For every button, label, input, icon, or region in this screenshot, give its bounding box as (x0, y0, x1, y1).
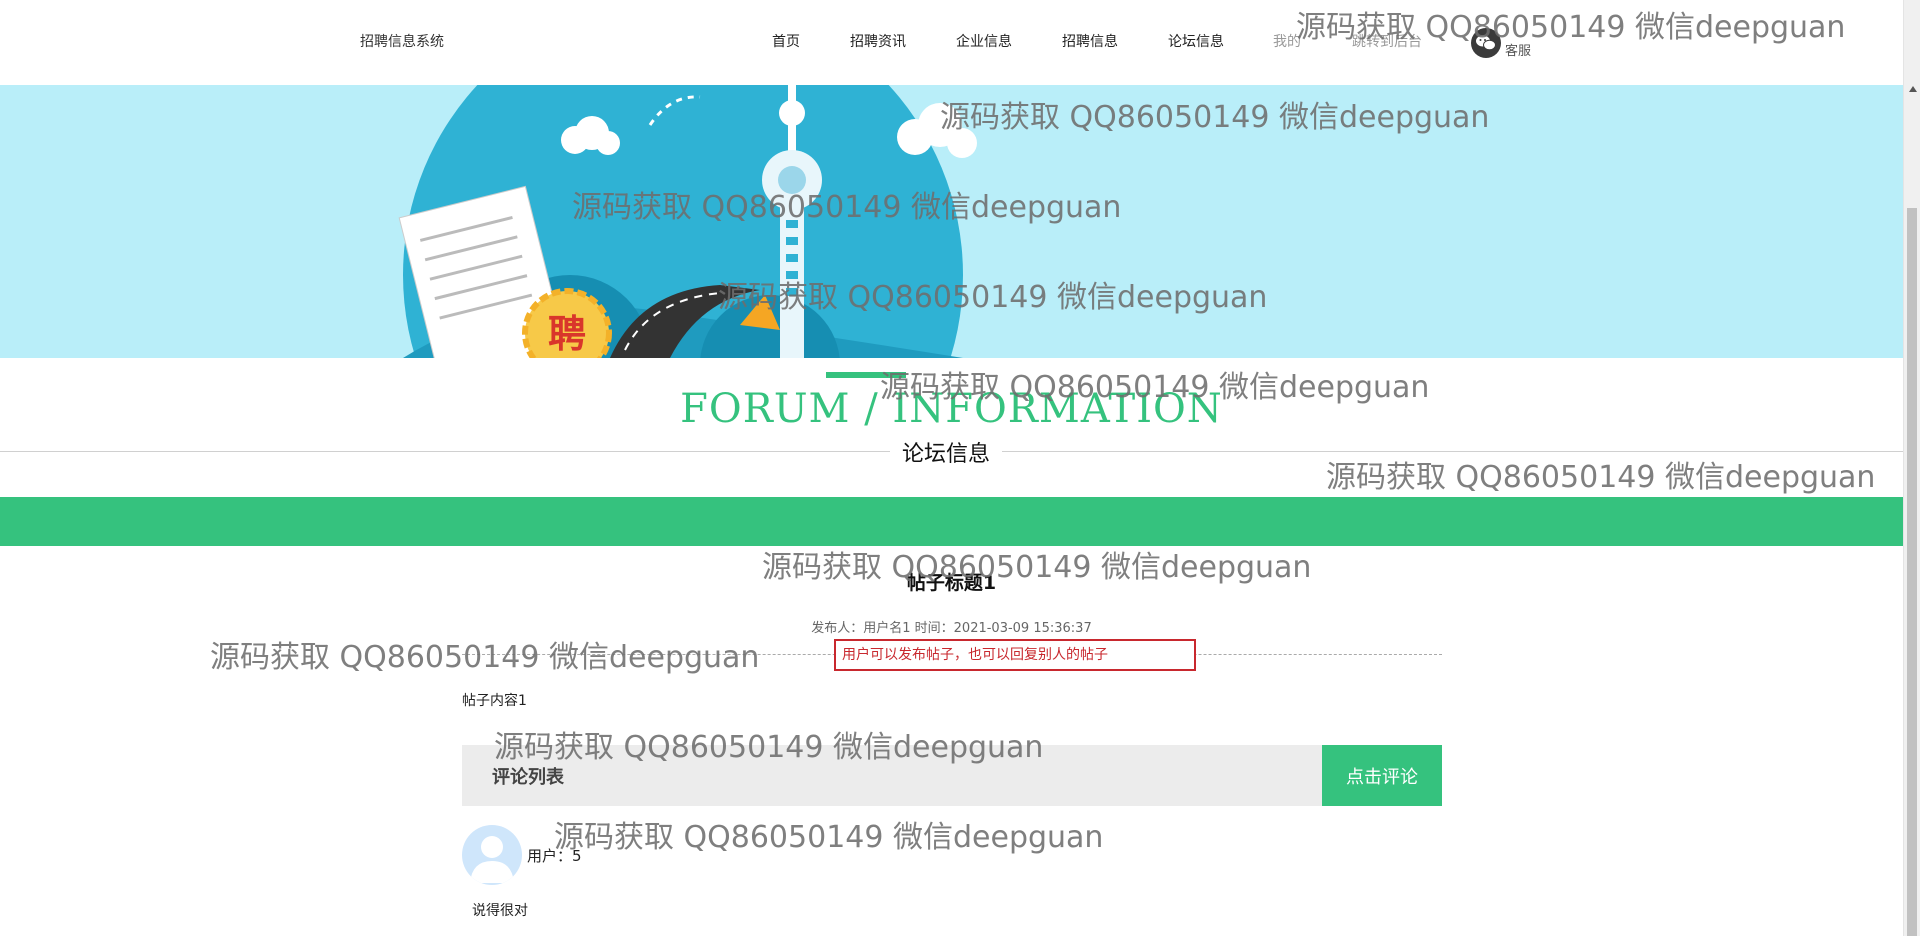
add-comment-button[interactable]: 点击评论 (1322, 745, 1442, 806)
section-band (0, 497, 1903, 546)
avatar (462, 825, 522, 885)
watermark-text: 源码获取 QQ86050149 微信deepguan (554, 820, 1104, 855)
hero-banner: 聘 (0, 85, 1903, 358)
section-title-en: FORUM / INFORMATION (680, 386, 1223, 432)
scroll-thumb[interactable] (1907, 208, 1917, 936)
section-title-cn: 论坛信息 (890, 436, 1003, 468)
nav-recruit-info[interactable]: 招聘信息 (1062, 31, 1118, 51)
comment-author: 用户：5 (527, 847, 582, 865)
site-brand[interactable]: 招聘信息系统 (360, 31, 444, 51)
title-accent-bar (826, 372, 906, 378)
banner-badge-text: 聘 (548, 312, 586, 356)
nav-go-backend[interactable]: 跳转到后台 (1352, 31, 1422, 51)
customer-service-label: 客服 (1505, 44, 1532, 59)
customer-service[interactable]: 客服 (1471, 26, 1531, 59)
comment-text: 说得很对 (472, 903, 528, 919)
comments-header: 评论列表 (462, 745, 1322, 806)
post-meta: 发布人：用户名1 时间：2021-03-09 15:36:37 (811, 621, 1092, 636)
comments-title: 评论列表 (492, 767, 564, 788)
user-avatar-icon (470, 836, 514, 883)
nav-company-info[interactable]: 企业信息 (956, 31, 1012, 51)
scroll-up-icon[interactable] (1909, 86, 1917, 92)
post-title: 帖子标题1 (906, 572, 997, 594)
nav-recruit-news[interactable]: 招聘资讯 (850, 31, 906, 51)
annotation-callout: 用户可以发布帖子，也可以回复别人的帖子 (834, 639, 1196, 671)
nav-home[interactable]: 首页 (772, 31, 800, 51)
top-header: 招聘信息系统 首页 招聘资讯 企业信息 招聘信息 论坛信息 我的 跳转到后台 客… (0, 0, 1903, 84)
watermark-text: 源码获取 QQ86050149 微信deepguan (1326, 460, 1876, 495)
banner-illustration: 聘 (398, 85, 977, 358)
page-scrollbar[interactable] (1903, 0, 1920, 936)
nav-my[interactable]: 我的 (1273, 31, 1301, 51)
nav-forum-info[interactable]: 论坛信息 (1168, 31, 1224, 51)
wechat-icon (1471, 27, 1501, 58)
post-content: 帖子内容1 (462, 693, 527, 709)
